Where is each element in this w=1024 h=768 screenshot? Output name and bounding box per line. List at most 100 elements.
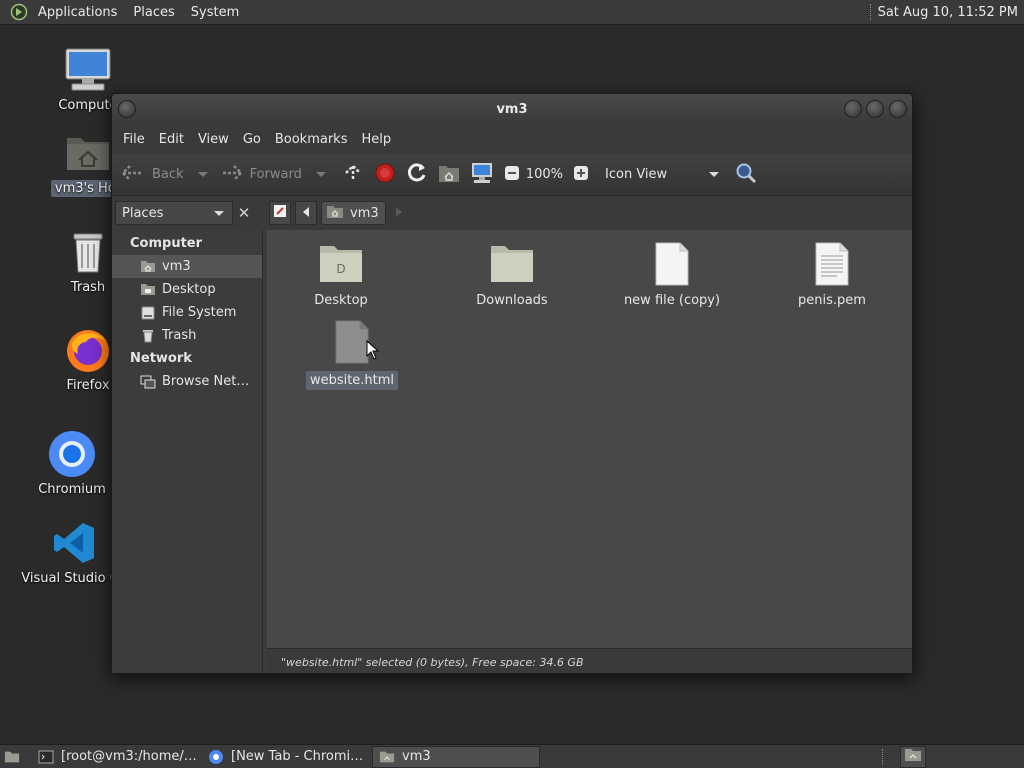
search-button[interactable] [735, 159, 757, 191]
window-title: vm3 [496, 101, 528, 117]
task-terminal[interactable]: [root@vm3:/home/… [32, 746, 200, 768]
toggle-location-entry-button[interactable] [269, 201, 291, 225]
file-item-new-file-copy[interactable]: new file (copy) [607, 240, 737, 308]
show-desktop-button[interactable] [0, 746, 24, 768]
chevron-down-icon [709, 172, 720, 177]
breadcrumb-current[interactable]: vm3 [321, 201, 386, 225]
terminal-icon [38, 749, 54, 765]
blank-file-icon [648, 240, 696, 288]
stop-button[interactable] [374, 159, 396, 191]
close-sidebar-button[interactable]: ✕ [233, 201, 255, 225]
home-folder-icon [326, 204, 344, 222]
close-icon: ✕ [237, 204, 251, 222]
zoom-level: 100% [525, 167, 564, 182]
up-arrow-icon [342, 162, 364, 188]
chevron-down-icon [214, 211, 224, 216]
view-mode-select[interactable]: Icon View [599, 159, 720, 191]
status-bar: "website.html" selected (0 bytes), Free … [267, 648, 912, 673]
location-bar: Places ✕ vm3 [112, 196, 912, 230]
minimize-button[interactable] [844, 100, 862, 118]
network-icon [140, 374, 156, 390]
svg-text:D: D [336, 262, 345, 276]
file-item-downloads[interactable]: Downloads [447, 240, 577, 308]
zoom-in-button[interactable] [573, 159, 589, 191]
text-file-icon [808, 240, 856, 288]
desktop-icon-chromium[interactable]: Chromium [26, 430, 118, 497]
computer-icon [64, 46, 112, 94]
panel-separator [882, 748, 884, 765]
sidebar-item-desktop[interactable]: Desktop [112, 278, 262, 301]
menu-go[interactable]: Go [236, 132, 268, 147]
menu-edit[interactable]: Edit [152, 132, 191, 147]
desktop-icon-vscode[interactable]: Visual Studio Co [21, 519, 127, 586]
task-chromium[interactable]: [New Tab - Chromi… [202, 746, 370, 768]
zoom-out-icon [504, 165, 520, 185]
home-folder-icon [438, 163, 460, 187]
back-button[interactable]: Back [120, 159, 208, 191]
trash-icon [64, 228, 112, 276]
window-titlebar[interactable]: vm3 [112, 94, 912, 124]
forward-button[interactable]: Forward [218, 159, 326, 191]
sidebar-item-browse-network[interactable]: Browse Net… [112, 370, 262, 393]
edit-icon [273, 204, 287, 222]
sidebar: Computer vm3 Desktop File System Trash N [112, 230, 263, 673]
clock[interactable]: Sat Aug 10, 11:52 PM [878, 5, 1018, 20]
menu-bookmarks[interactable]: Bookmarks [268, 132, 355, 147]
stop-icon [374, 162, 396, 188]
back-arrow-icon [120, 163, 146, 187]
sidebar-heading-computer: Computer [130, 236, 203, 251]
places-menu[interactable]: Places [125, 0, 182, 25]
distro-logo-icon[interactable] [8, 1, 30, 23]
reload-button[interactable] [406, 159, 428, 191]
forward-history-dropdown[interactable] [315, 172, 326, 177]
up-button[interactable] [342, 159, 364, 191]
drive-icon [140, 305, 156, 321]
computer-icon [470, 162, 494, 188]
desktop-folder-icon: D [317, 240, 365, 288]
desktop-folder-icon [140, 282, 156, 298]
trash-icon [140, 328, 156, 344]
chromium-icon [208, 749, 224, 765]
window-menu-button[interactable] [118, 100, 136, 118]
panel-separator [869, 4, 872, 20]
workspace-icon [904, 748, 922, 766]
top-panel: Applications Places System Sat Aug 10, 1… [0, 0, 1024, 25]
vscode-icon [50, 519, 98, 567]
workspace-switcher[interactable] [900, 745, 926, 768]
applications-menu[interactable]: Applications [30, 0, 125, 25]
menu-help[interactable]: Help [354, 132, 398, 147]
file-item-penis-pem[interactable]: penis.pem [767, 240, 897, 308]
file-item-website-html[interactable]: website.html [287, 318, 417, 390]
menu-view[interactable]: View [191, 132, 236, 147]
zoom-out-button[interactable]: 100% [504, 159, 563, 191]
chevron-right-icon[interactable] [395, 206, 402, 221]
home-folder-icon [64, 128, 112, 176]
reload-icon [406, 162, 428, 188]
menubar: File Edit View Go Bookmarks Help [112, 124, 912, 154]
home-button[interactable] [438, 159, 460, 191]
firefox-icon [64, 326, 112, 374]
bottom-panel: [root@vm3:/home/… [New Tab - Chromi… vm3 [0, 744, 1024, 768]
sidebar-item-file-system[interactable]: File System [112, 301, 262, 324]
sidebar-item-vm3[interactable]: vm3 [112, 255, 262, 278]
forward-arrow-icon [218, 163, 244, 187]
file-manager-window: vm3 File Edit View Go Bookmarks Help Bac… [111, 93, 913, 674]
file-view[interactable]: D Desktop Downloads new file (copy) peni… [267, 230, 912, 648]
zoom-in-icon [573, 165, 589, 185]
maximize-button[interactable] [866, 100, 884, 118]
computer-button[interactable] [470, 159, 494, 191]
breadcrumb-prev-button[interactable] [295, 201, 317, 225]
menu-file[interactable]: File [116, 132, 152, 147]
breadcrumb: vm3 [269, 201, 402, 225]
close-button[interactable] [889, 100, 907, 118]
chromium-icon [48, 430, 96, 478]
file-item-desktop[interactable]: D Desktop [276, 240, 406, 308]
mouse-cursor-icon [366, 339, 380, 364]
folder-icon [488, 240, 536, 288]
back-history-dropdown[interactable] [197, 172, 208, 177]
sidebar-places-select[interactable]: Places [115, 201, 233, 225]
sidebar-item-trash[interactable]: Trash [112, 324, 262, 347]
system-menu[interactable]: System [183, 0, 247, 25]
chevron-left-icon [302, 206, 310, 221]
task-file-manager[interactable]: vm3 [372, 745, 540, 768]
